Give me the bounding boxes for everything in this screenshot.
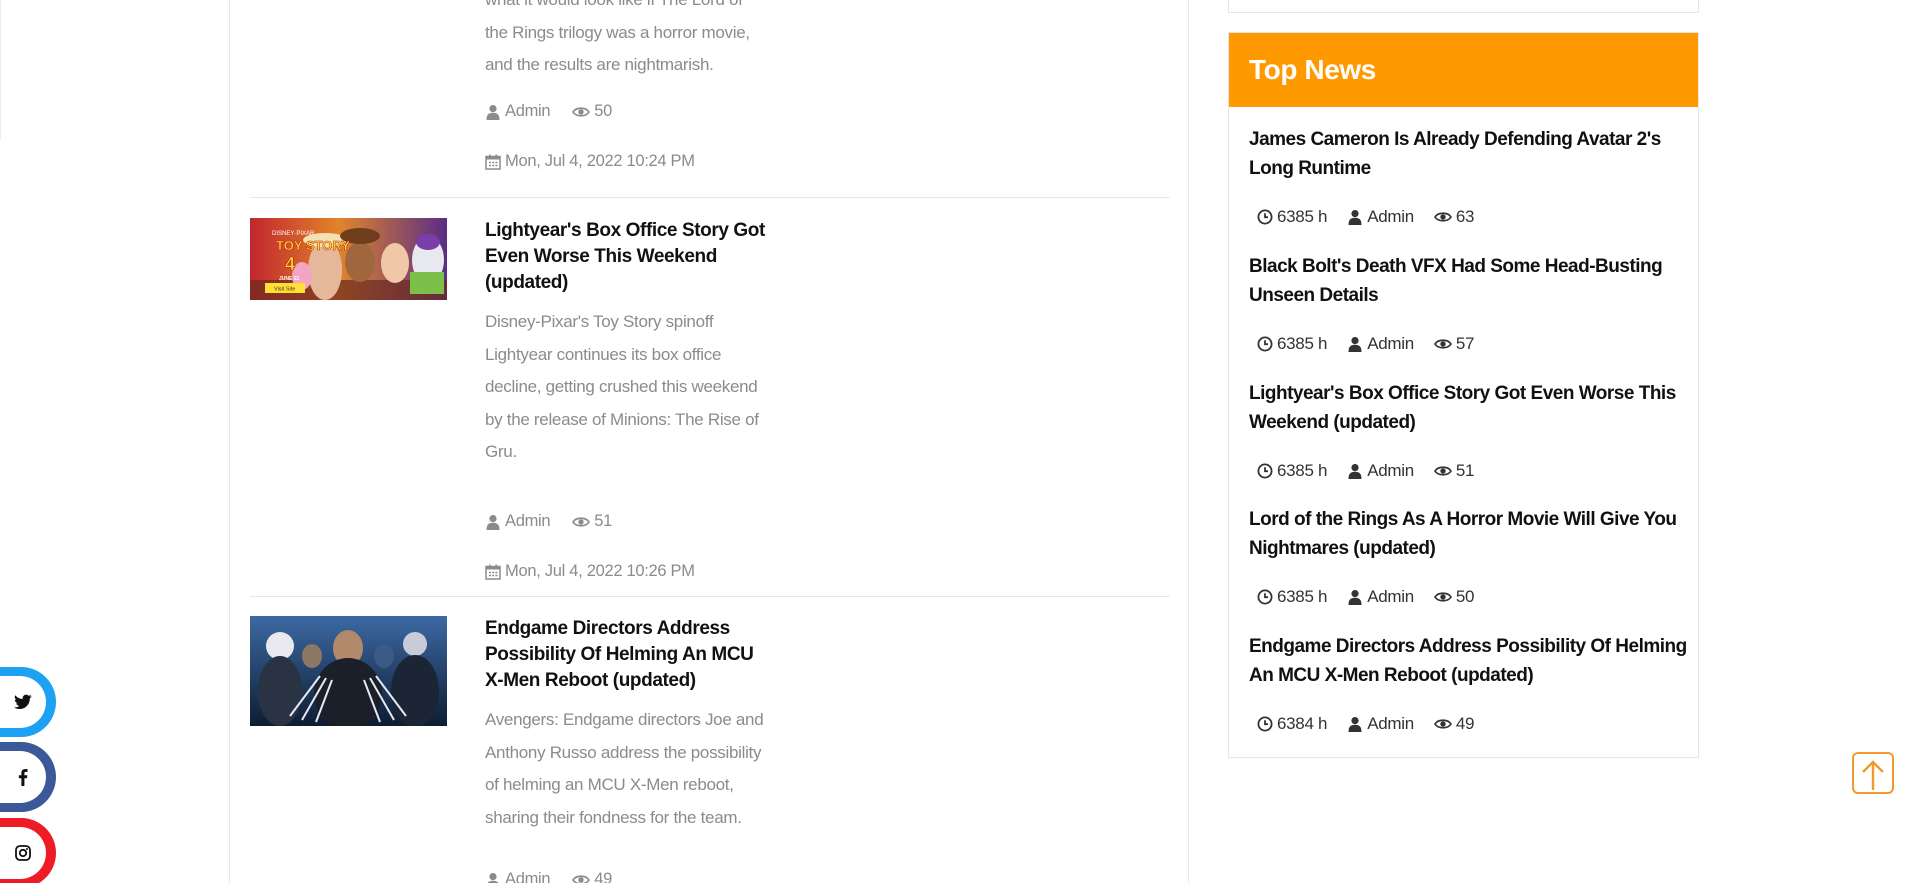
top-news-title[interactable]: James Cameron Is Already Defending Avata… [1249, 125, 1689, 183]
top-news-title[interactable]: Lord of the Rings As A Horror Movie Will… [1249, 505, 1689, 563]
article-item: Endgame Directors Address Possibility Of… [250, 597, 1170, 883]
eye-icon [1434, 336, 1452, 352]
top-news-item: Lightyear's Box Office Story Got Even Wo… [1249, 379, 1689, 480]
top-news-item: Black Bolt's Death VFX Had Some Head-Bus… [1249, 252, 1689, 353]
eye-icon [1434, 463, 1452, 479]
top-news-item: James Cameron Is Already Defending Avata… [1249, 125, 1689, 226]
facebook-button[interactable] [0, 742, 56, 812]
main-column: what it would look like if The Lord of t… [229, 0, 1189, 883]
article-meta: Admin 50 [485, 102, 612, 121]
poster-date-text: JUNE 21 [279, 276, 300, 282]
scroll-to-top-button[interactable] [1852, 752, 1894, 794]
user-icon [1347, 716, 1363, 732]
top-news-views: 51 [1455, 461, 1475, 480]
article-thumbnail-x-men[interactable] [250, 616, 447, 726]
top-news-views: 50 [1455, 587, 1475, 606]
top-news-views: 63 [1455, 207, 1475, 226]
sidebar-widget-previous [1228, 0, 1699, 13]
twitter-icon [14, 694, 32, 710]
eye-icon [572, 872, 590, 883]
top-news-author[interactable]: Admin [1367, 461, 1414, 481]
article-views: 49 [594, 870, 613, 883]
user-icon [1347, 463, 1363, 479]
top-news-author[interactable]: Admin [1367, 207, 1414, 227]
instagram-icon [15, 845, 31, 861]
user-icon [1347, 209, 1363, 225]
eye-icon [572, 104, 590, 120]
top-news-time: 6385 h [1277, 207, 1328, 226]
poster-number-text: 4 [285, 254, 295, 274]
top-news-item: Lord of the Rings As A Horror Movie Will… [1249, 505, 1689, 606]
top-news-meta: 6384 h Admin 49 [1257, 714, 1475, 734]
top-news-time: 6384 h [1277, 714, 1328, 733]
article-author[interactable]: Admin [505, 102, 551, 121]
clock-icon [1257, 209, 1273, 225]
arrow-up-icon [1862, 760, 1884, 790]
article-meta: Admin 49 [485, 870, 612, 883]
poster-title-text: TOY STORY [276, 238, 350, 253]
article-item: DISNEY·PIXAR TOY STORY 4 JUNE 21 Visit S… [250, 198, 1170, 597]
article-title[interactable]: Lightyear's Box Office Story Got Even Wo… [485, 218, 775, 296]
user-icon [485, 104, 501, 120]
clock-icon [1257, 463, 1273, 479]
clock-icon [1257, 716, 1273, 732]
clock-icon [1257, 336, 1273, 352]
svg-text:DISNEY·PIXAR: DISNEY·PIXAR [272, 231, 315, 237]
twitter-button[interactable] [0, 667, 56, 737]
poster-button-text: Visit Site [274, 287, 295, 293]
clock-icon [1257, 589, 1273, 605]
top-news-time: 6385 h [1277, 334, 1328, 353]
page-left-edge [0, 0, 1, 140]
calendar-icon [485, 154, 501, 170]
article-excerpt: what it would look like if The Lord of t… [485, 0, 750, 74]
article-excerpt: Avengers: Endgame directors Joe and Anth… [485, 710, 764, 827]
article-date: Mon, Jul 4, 2022 10:24 PM [485, 152, 695, 171]
top-news-author[interactable]: Admin [1367, 714, 1414, 734]
top-news-item: Endgame Directors Address Possibility Of… [1249, 632, 1689, 733]
user-icon [485, 872, 501, 883]
article-meta: Admin 51 [485, 512, 612, 531]
top-news-time: 6385 h [1277, 461, 1328, 480]
user-icon [1347, 336, 1363, 352]
article-author[interactable]: Admin [505, 870, 551, 883]
article-excerpt: Disney-Pixar's Toy Story spinoff Lightye… [485, 312, 759, 461]
eye-icon [1434, 589, 1452, 605]
top-news-meta: 6385 h Admin 57 [1257, 334, 1475, 354]
article-item: what it would look like if The Lord of t… [250, 0, 1170, 198]
eye-icon [572, 514, 590, 530]
article-views: 51 [594, 512, 613, 530]
top-news-views: 49 [1455, 714, 1475, 733]
top-news-meta: 6385 h Admin 50 [1257, 587, 1475, 607]
article-author[interactable]: Admin [505, 512, 551, 531]
eye-icon [1434, 209, 1452, 225]
facebook-icon [18, 768, 28, 786]
article-thumbnail-toy-story[interactable]: DISNEY·PIXAR TOY STORY 4 JUNE 21 Visit S… [250, 218, 447, 300]
top-news-widget: Top News James Cameron Is Already Defend… [1228, 32, 1699, 758]
top-news-title[interactable]: Black Bolt's Death VFX Had Some Head-Bus… [1249, 252, 1689, 310]
top-news-title[interactable]: Lightyear's Box Office Story Got Even Wo… [1249, 379, 1689, 437]
article-views: 50 [594, 102, 613, 120]
user-icon [1347, 589, 1363, 605]
top-news-meta: 6385 h Admin 63 [1257, 207, 1475, 227]
top-news-views: 57 [1455, 334, 1475, 353]
calendar-icon [485, 564, 501, 580]
top-news-meta: 6385 h Admin 51 [1257, 461, 1475, 481]
instagram-button[interactable] [0, 818, 56, 883]
article-title[interactable]: Endgame Directors Address Possibility Of… [485, 616, 775, 694]
top-news-author[interactable]: Admin [1367, 587, 1414, 607]
top-news-heading: Top News [1229, 33, 1698, 107]
user-icon [485, 514, 501, 530]
article-date: Mon, Jul 4, 2022 10:26 PM [485, 562, 695, 581]
top-news-author[interactable]: Admin [1367, 334, 1414, 354]
eye-icon [1434, 716, 1452, 732]
top-news-time: 6385 h [1277, 587, 1328, 606]
top-news-title[interactable]: Endgame Directors Address Possibility Of… [1249, 632, 1689, 690]
